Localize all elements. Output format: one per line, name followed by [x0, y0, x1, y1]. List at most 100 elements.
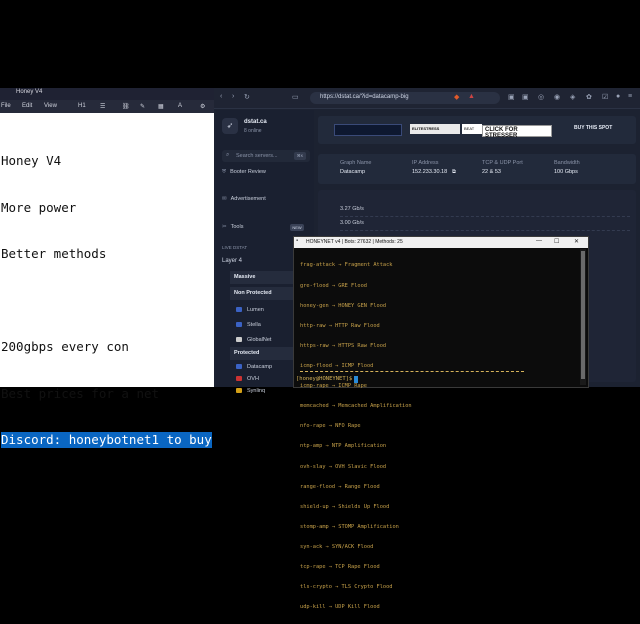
- terminal-line: icmp-rape → ICMP Rape: [300, 383, 367, 390]
- ad-banner[interactable]: [334, 124, 402, 136]
- terminal-titlebar: ▪ HONEYNET v4 | Bots: 27632 | Methods: 2…: [294, 237, 588, 248]
- shield-icon: ⛨: [222, 169, 227, 175]
- text-line: Better methods: [1, 246, 107, 261]
- close-button[interactable]: ✕: [574, 238, 579, 245]
- graph-name: Datacamp: [340, 169, 366, 175]
- terminal-line: tcp-rape → TCP Rape Flood: [300, 564, 380, 571]
- table-icon[interactable]: ▦: [158, 103, 164, 110]
- terminal-line: syn-ack → SYN/ACK Flood: [300, 543, 374, 550]
- ad-banner[interactable]: ELITESTRESS: [410, 124, 460, 134]
- sidebar-item-advertisement[interactable]: ✉ Advertisement: [222, 196, 266, 202]
- maximize-button[interactable]: ☐: [554, 238, 559, 245]
- server-item[interactable]: Stella: [236, 322, 261, 328]
- back-icon[interactable]: ‹: [220, 93, 222, 100]
- extension-icon[interactable]: ✿: [586, 93, 592, 101]
- notepad-text-area[interactable]: Honey V4 More power Better methods 200gb…: [1, 122, 213, 479]
- terminal-line: memcached → Memcached Amplification: [300, 403, 412, 410]
- flag-icon: [236, 388, 242, 394]
- stresser-ad-button[interactable]: CLICK FOR STRESSER: [482, 125, 552, 139]
- edit-icon[interactable]: ✎: [140, 103, 145, 110]
- search-shortcut: ⌘K: [294, 152, 306, 160]
- terminal-line: ovh-slay → OVH Slavic Flood: [300, 463, 387, 470]
- selected-text-line: Discord: honeybotnet1 to buy: [1, 432, 212, 448]
- flag-icon: [236, 376, 242, 382]
- rewards-icon[interactable]: ▲: [468, 93, 475, 100]
- notepad-menubar: File Edit View H1 ☰ ⛓ ✎ ▦ A ⚙: [0, 100, 214, 113]
- text-line: More power: [1, 199, 77, 215]
- grid-line: [340, 216, 630, 217]
- copy-icon[interactable]: ⧉: [452, 169, 456, 176]
- menu-icon[interactable]: ≡: [628, 93, 632, 100]
- browser-toolbar: ‹ › ↻ ▭ https://dstat.ca/?id=datacamp-bi…: [214, 88, 640, 109]
- flag-icon: [236, 307, 242, 313]
- bookmark-icon[interactable]: ▭: [292, 93, 299, 101]
- terminal-line: udp-kill → UDP Kill Flood: [300, 604, 380, 611]
- buy-spot-link[interactable]: BUY THIS SPOT: [574, 125, 612, 131]
- server-item[interactable]: Lumen: [236, 307, 264, 313]
- server-item[interactable]: Synlinq: [236, 388, 265, 394]
- extension-icon[interactable]: ◎: [538, 93, 544, 101]
- bandwidth-value: 100 Gbps: [554, 169, 578, 175]
- layer-selector[interactable]: Layer 4: [222, 258, 242, 264]
- sidebar-item-tools[interactable]: ✂ Tools: [222, 224, 243, 230]
- list-icon[interactable]: ☰: [100, 103, 105, 110]
- ports-value: 22 & 53: [482, 169, 501, 175]
- search-placeholder: Search servers...: [236, 153, 278, 159]
- server-item-active[interactable]: Datacamp: [236, 364, 272, 370]
- terminal-line: range-flood → Range Flood: [300, 483, 380, 490]
- menu-edit[interactable]: Edit: [22, 103, 32, 109]
- extension-icon[interactable]: ☑: [602, 93, 608, 101]
- terminal-line: https-raw → HTTPS Raw Flood: [300, 342, 387, 349]
- profile-icon[interactable]: ●: [616, 93, 620, 100]
- search-input[interactable]: ⌕ Search servers... ⌘K: [222, 150, 310, 162]
- text-line: Honey V4: [1, 153, 62, 168]
- notepad-title: Honey V4: [16, 89, 43, 95]
- flag-icon: [236, 337, 242, 343]
- menu-view[interactable]: View: [44, 103, 57, 109]
- graph-info-row: Graph Name Datacamp IP Address 152.233.3…: [318, 154, 636, 184]
- ports-label: TCP & UDP Port: [482, 160, 523, 166]
- reload-icon[interactable]: ↻: [244, 93, 250, 101]
- extension-icon[interactable]: ▣: [522, 93, 529, 101]
- terminal-cursor: [354, 376, 358, 383]
- menu-file[interactable]: File: [1, 103, 11, 109]
- search-icon: ⌕: [226, 152, 230, 158]
- extension-icon[interactable]: ▣: [508, 93, 515, 101]
- terminal-line: gre-flood → GRE Flood: [300, 282, 367, 289]
- terminal-line: tls-crypto → TLS Crypto Flood: [300, 584, 393, 591]
- server-item[interactable]: GlobalNet: [236, 337, 271, 343]
- gear-icon[interactable]: ⚙: [200, 103, 205, 110]
- graph-axis-label: 3.00 Gb/s: [340, 220, 364, 226]
- grid-line: [340, 230, 630, 231]
- site-name: dstat.ca: [244, 119, 267, 125]
- terminal-line: http-raw → HTTP Raw Flood: [300, 322, 380, 329]
- terminal-prompt[interactable]: [honey@HONEYNET]$: [296, 376, 352, 382]
- ip-value: 152.233.30.18: [412, 169, 448, 175]
- ad-banner[interactable]: BEAT: [462, 124, 482, 134]
- terminal-line: frag-attack → Fragment Attack: [300, 262, 393, 269]
- terminal-scrollbar[interactable]: [580, 249, 586, 385]
- rocket-icon: ➶: [222, 118, 238, 134]
- forward-icon[interactable]: ›: [232, 93, 234, 100]
- terminal-line: shield-up → Shields Up Flood: [300, 503, 390, 510]
- terminal-title: HONEYNET v4 | Bots: 27632 | Methods: 25: [306, 239, 403, 245]
- flag-icon: [236, 364, 242, 370]
- extension-icon[interactable]: ◉: [554, 93, 560, 101]
- text-size-icon[interactable]: A: [178, 103, 182, 109]
- brave-shield-icon[interactable]: ◆: [454, 93, 459, 101]
- terminal-line: stomp-amp → STOMP Amplification: [300, 523, 399, 530]
- sidebar-item-booter-review[interactable]: ⛨ Booter Review: [222, 169, 266, 176]
- terminal-window: ▪ HONEYNET v4 | Bots: 27632 | Methods: 2…: [293, 236, 589, 610]
- extension-icon[interactable]: ◈: [570, 93, 575, 101]
- terminal-line: honey-gen → HONEY GEN Flood: [300, 302, 387, 309]
- minimize-button[interactable]: —: [536, 238, 542, 244]
- scrollbar-thumb[interactable]: [581, 251, 585, 379]
- heading-dropdown[interactable]: H1: [78, 103, 86, 109]
- text-line: Best prices for a net: [1, 385, 160, 401]
- online-count: 8 online: [244, 128, 262, 134]
- server-item[interactable]: OVH: [236, 376, 259, 382]
- terminal-icon: ▪: [296, 238, 299, 244]
- section-label: LIVE DSTAT: [222, 245, 248, 250]
- text-line: 200gbps every con: [1, 339, 129, 354]
- link-icon[interactable]: ⛓: [122, 103, 130, 110]
